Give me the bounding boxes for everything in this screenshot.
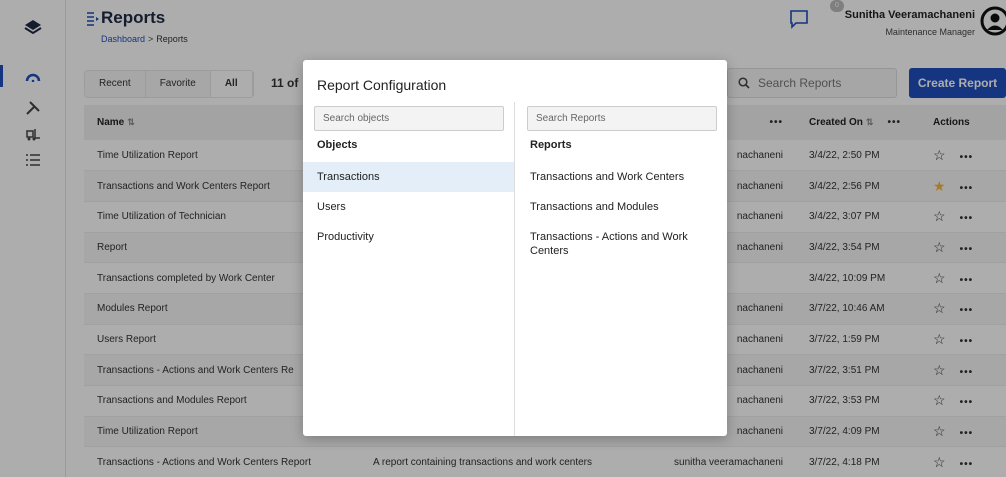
search-objects-input[interactable] bbox=[314, 106, 504, 131]
dialog-title: Report Configuration bbox=[317, 77, 447, 93]
objects-list: Transactions Users Productivity bbox=[303, 162, 514, 252]
report-option-item[interactable]: Transactions - Actions and Work Centers bbox=[516, 222, 727, 266]
report-configuration-dialog: Report Configuration Objects Transaction… bbox=[303, 60, 727, 436]
reports-list: Transactions and Work Centers Transaction… bbox=[516, 162, 727, 266]
object-item-users[interactable]: Users bbox=[303, 192, 514, 222]
object-item-productivity[interactable]: Productivity bbox=[303, 222, 514, 252]
objects-column: Objects TransactionsUsersProductivity bbox=[303, 102, 515, 436]
report-option-item[interactable]: Transactions and Modules bbox=[516, 192, 727, 222]
reports-column: Reports Transactions and Work CentersTra… bbox=[516, 102, 727, 436]
search-reports-dialog-input[interactable] bbox=[527, 106, 717, 131]
objects-heading: Objects bbox=[317, 139, 358, 151]
report-option-item[interactable]: Transactions and Work Centers bbox=[516, 162, 727, 192]
reports-heading: Reports bbox=[530, 139, 572, 151]
object-item-transactions[interactable]: Transactions bbox=[303, 162, 514, 192]
